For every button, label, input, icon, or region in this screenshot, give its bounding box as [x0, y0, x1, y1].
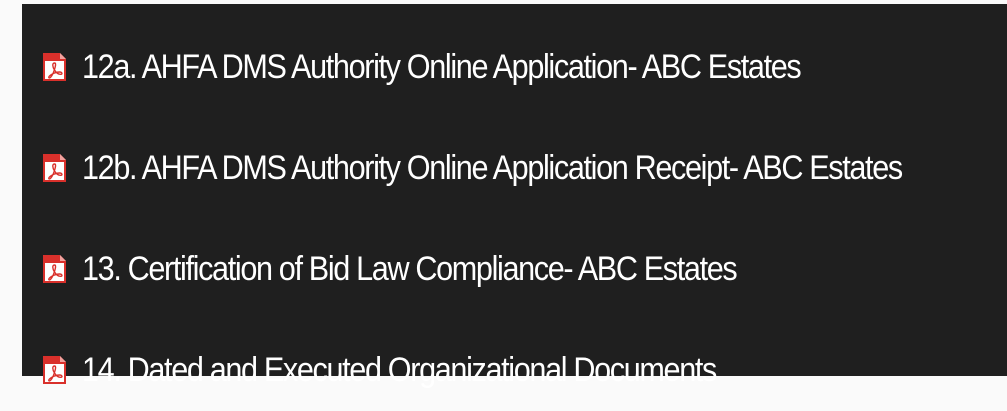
file-name: 12a. AHFA DMS Authority Online Applicati…: [82, 47, 802, 86]
file-name: 12b. AHFA DMS Authority Online Applicati…: [82, 148, 903, 187]
file-list: 12a. AHFA DMS Authority Online Applicati…: [42, 26, 993, 411]
file-list-item[interactable]: 13. Certification of Bid Law Compliance-…: [42, 228, 993, 310]
pdf-file-icon: [42, 355, 67, 385]
file-list-item[interactable]: 12a. AHFA DMS Authority Online Applicati…: [42, 26, 993, 108]
pdf-file-icon: [42, 52, 67, 82]
file-list-panel: 12a. AHFA DMS Authority Online Applicati…: [22, 4, 1007, 389]
pdf-file-icon: [42, 254, 67, 284]
file-list-item[interactable]: 12b. AHFA DMS Authority Online Applicati…: [42, 127, 993, 209]
file-name: 14. Dated and Executed Organizational Do…: [82, 350, 717, 389]
file-name: 13. Certification of Bid Law Compliance-…: [82, 249, 738, 288]
pdf-file-icon: [42, 153, 67, 183]
file-list-item[interactable]: 14. Dated and Executed Organizational Do…: [42, 329, 993, 411]
